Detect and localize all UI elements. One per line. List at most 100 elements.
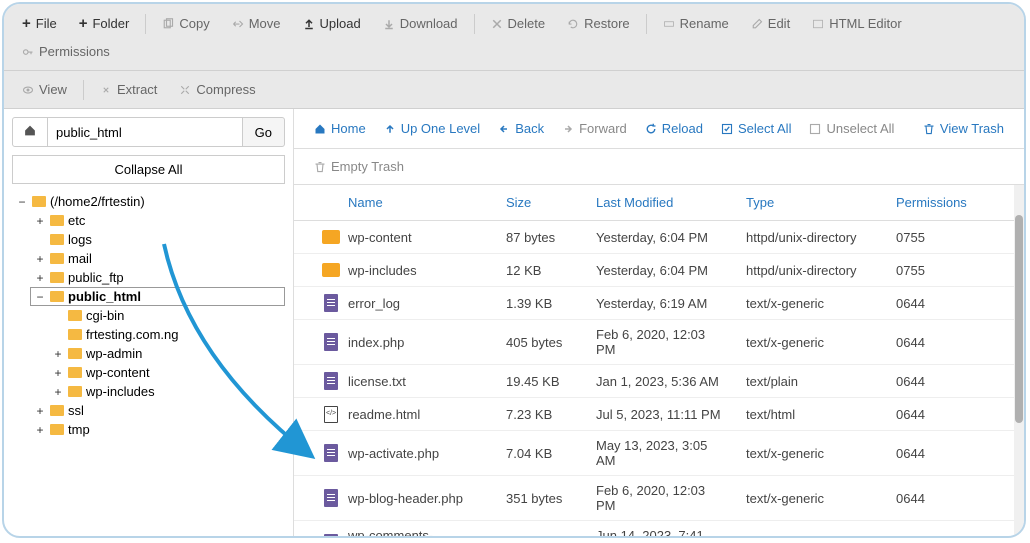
tree-label: public_ftp [68, 270, 124, 285]
tree-item-frtesting-com-ng[interactable]: frtesting.com.ng [48, 325, 285, 344]
file-type: httpd/unix-directory [734, 254, 884, 287]
table-row[interactable]: error_log1.39 KBYesterday, 6:19 AMtext/x… [294, 287, 1024, 320]
table-row[interactable]: wp-content 87 bytesYesterday, 6:04 PMhttp… [294, 221, 1024, 254]
file-size: 12 KB [494, 254, 584, 287]
folder-icon [50, 405, 64, 416]
top-toolbar: File Folder Copy Move Upload Download De… [4, 4, 1024, 71]
file-type: text/x-generic [734, 320, 884, 365]
file-perm: 0644 [884, 476, 1024, 521]
file-modified: Yesterday, 6:19 AM [584, 287, 734, 320]
tree-item-wp-includes[interactable]: +wp-includes [48, 382, 285, 401]
tree-item-tmp[interactable]: +tmp [30, 420, 285, 439]
toolbar-row-2: View Extract Compress [4, 71, 1024, 109]
tree-item-wp-admin[interactable]: +wp-admin [48, 344, 285, 363]
file-modified: Yesterday, 6:04 PM [584, 221, 734, 254]
nav-unselect-all[interactable]: Unselect All [801, 117, 902, 140]
move-button[interactable]: Move [222, 11, 291, 36]
file-size: 87 bytes [494, 221, 584, 254]
folder-icon [50, 234, 64, 245]
table-row[interactable]: wp-includes12 KBYesterday, 6:04 PMhttpd/… [294, 254, 1024, 287]
download-button[interactable]: Download [373, 11, 468, 36]
tree-label: tmp [68, 422, 90, 437]
table-row[interactable]: license.txt19.45 KBJan 1, 2023, 5:36 AMt… [294, 365, 1024, 398]
vertical-scrollbar[interactable] [1014, 185, 1024, 538]
tree-item-cgi-bin[interactable]: cgi-bin [48, 306, 285, 325]
html-editor-button[interactable]: HTML Editor [802, 11, 911, 36]
file-size: 2.27 KB [494, 521, 584, 539]
table-row[interactable]: wp-activate.php7.04 KBMay 13, 2023, 3:05… [294, 431, 1024, 476]
html-file-icon [322, 405, 340, 423]
tree-label: (/home2/frtestin) [50, 194, 145, 209]
permissions-button[interactable]: Permissions [12, 39, 120, 64]
file-name: index.php [348, 335, 404, 350]
edit-button[interactable]: Edit [741, 11, 800, 36]
folder-icon [68, 386, 82, 397]
tree-item-ssl[interactable]: +ssl [30, 401, 285, 420]
file-perm: 0644 [884, 365, 1024, 398]
file-modified: Jul 5, 2023, 11:11 PM [584, 398, 734, 431]
file-name: wp-activate.php [348, 446, 439, 461]
file-name: wp-comments-post.php [348, 528, 482, 538]
go-button[interactable]: Go [242, 117, 285, 147]
document-icon [322, 489, 340, 507]
nav-forward[interactable]: Forward [554, 117, 635, 140]
folder-icon [50, 215, 64, 226]
home-icon-button[interactable] [12, 117, 48, 147]
file-size: 405 bytes [494, 320, 584, 365]
file-size: 351 bytes [494, 476, 584, 521]
nav-back[interactable]: Back [490, 117, 552, 140]
tree-label: public_html [68, 289, 141, 304]
tree-label: wp-admin [86, 346, 142, 361]
document-icon [322, 294, 340, 312]
folder-icon [50, 253, 64, 264]
col-name[interactable]: Name [294, 185, 494, 221]
file-button[interactable]: File [12, 10, 67, 37]
collapse-all-button[interactable]: Collapse All [12, 155, 285, 184]
file-table: Name Size Last Modified Type Permissions… [294, 185, 1024, 538]
file-size: 19.45 KB [494, 365, 584, 398]
tree-item-public-ftp[interactable]: +public_ftp [30, 268, 285, 287]
nav-select-all[interactable]: Select All [713, 117, 799, 140]
nav-empty-trash[interactable]: Empty Trash [306, 155, 412, 178]
table-row[interactable]: readme.html7.23 KBJul 5, 2023, 11:11 PMt… [294, 398, 1024, 431]
table-row[interactable]: wp-comments-post.php2.27 KBJun 14, 2023,… [294, 521, 1024, 539]
copy-button[interactable]: Copy [152, 11, 219, 36]
extract-button[interactable]: Extract [90, 77, 167, 102]
nav-view-trash[interactable]: View Trash [915, 117, 1012, 140]
restore-button[interactable]: Restore [557, 11, 640, 36]
col-permissions[interactable]: Permissions [884, 185, 1024, 221]
col-modified[interactable]: Last Modified [584, 185, 734, 221]
tree-label: mail [68, 251, 92, 266]
table-row[interactable]: wp-blog-header.php351 bytesFeb 6, 2020, … [294, 476, 1024, 521]
tree-item-mail[interactable]: +mail [30, 249, 285, 268]
file-perm: 0755 [884, 221, 1024, 254]
file-modified: May 13, 2023, 3:05 AM [584, 431, 734, 476]
view-button[interactable]: View [12, 77, 77, 102]
delete-button[interactable]: Delete [481, 11, 556, 36]
nav-up[interactable]: Up One Level [376, 117, 489, 140]
col-type[interactable]: Type [734, 185, 884, 221]
sidebar: Go Collapse All −(/home2/frtestin)+etclo… [4, 109, 294, 538]
document-icon [322, 444, 340, 462]
upload-button[interactable]: Upload [293, 11, 371, 36]
tree-item-public-html[interactable]: −public_html [30, 287, 285, 306]
tree-root[interactable]: −(/home2/frtestin) [12, 192, 285, 211]
rename-button[interactable]: Rename [653, 11, 739, 36]
nav-reload[interactable]: Reload [637, 117, 711, 140]
tree-label: wp-content [86, 365, 150, 380]
table-row[interactable]: index.php405 bytesFeb 6, 2020, 12:03 PMt… [294, 320, 1024, 365]
compress-button[interactable]: Compress [169, 77, 265, 102]
file-type: text/plain [734, 365, 884, 398]
tree-item-wp-content[interactable]: +wp-content [48, 363, 285, 382]
file-modified: Jan 1, 2023, 5:36 AM [584, 365, 734, 398]
file-name: wp-content [348, 230, 412, 245]
file-size: 7.23 KB [494, 398, 584, 431]
file-type: httpd/unix-directory [734, 221, 884, 254]
file-perm: 0644 [884, 320, 1024, 365]
tree-item-etc[interactable]: +etc [30, 211, 285, 230]
col-size[interactable]: Size [494, 185, 584, 221]
nav-home[interactable]: Home [306, 117, 374, 140]
folder-button[interactable]: Folder [69, 10, 140, 37]
tree-item-logs[interactable]: logs [30, 230, 285, 249]
path-input[interactable] [48, 117, 242, 147]
